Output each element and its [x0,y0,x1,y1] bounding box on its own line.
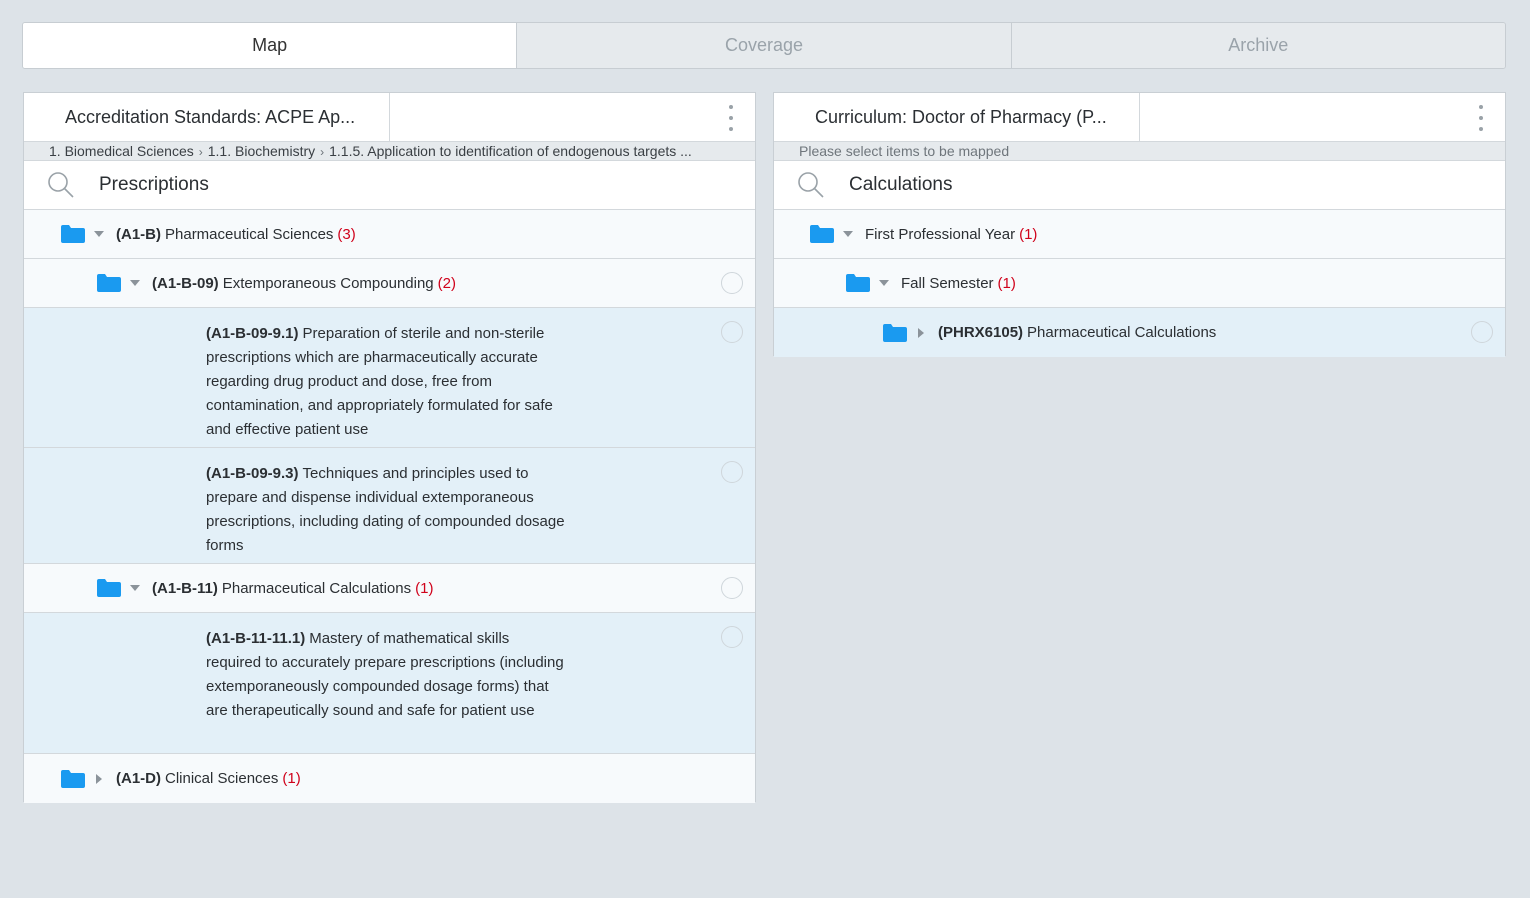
mapping-hint-bar: Please select items to be mapped [774,142,1505,161]
curriculum-panel-header: Curriculum: Doctor of Pharmacy (P... [774,93,1505,142]
row-text: (A1-B-09-9.3) Techniques and principles u… [206,462,566,563]
standards-search-bar [24,161,755,210]
search-icon [797,171,825,199]
folder-icon [883,324,907,342]
more-options-icon[interactable] [1477,105,1485,131]
row-code: (A1-B-09-9.3) [206,465,299,482]
tree-row[interactable]: (A1-B-09-9.3) Techniques and principles u… [24,448,755,564]
chevron-right-icon[interactable] [94,774,104,784]
chevron-right-icon: › [198,145,203,159]
folder-icon [810,225,834,243]
header-spacer [390,93,755,141]
row-text: (A1-B-11-11.1) Mastery of mathematical sk… [206,627,566,753]
chevron-down-icon[interactable] [879,278,889,288]
header-spacer [1140,93,1505,141]
row-count: (3) [337,225,356,243]
tree-row[interactable]: (A1-B-11-11.1) Mastery of mathematical sk… [24,613,755,754]
row-count: (1) [997,274,1016,292]
row-label: Fall Semester [901,274,994,292]
select-radio[interactable] [1471,321,1493,343]
chevron-right-icon[interactable] [916,328,926,338]
standards-panel: Accreditation Standards: ACPE Ap... 1. B… [23,92,756,803]
tree-row[interactable]: (A1-B-11) Pharmaceutical Calculations (1) [24,564,755,613]
tree-row[interactable]: Fall Semester (1) [774,259,1505,308]
top-tabs: Map Coverage Archive [22,22,1506,69]
breadcrumb: 1. Biomedical Sciences › 1.1. Biochemistry… [24,142,755,161]
search-icon [47,171,75,199]
breadcrumb-item[interactable]: 1.1.5. Application to identification of … [329,143,692,159]
row-label: Clinical Sciences [165,770,279,787]
select-radio[interactable] [721,577,743,599]
breadcrumb-item[interactable]: 1.1. Biochemistry [208,143,315,159]
more-options-icon[interactable] [727,105,735,131]
curriculum-search-bar [774,161,1505,210]
tree-row[interactable]: (PHRX6105) Pharmaceutical Calculations [774,308,1505,357]
row-code: (A1-B-09) [152,274,219,292]
standards-title-text: Accreditation Standards: ACPE Ap... [65,106,356,127]
chevron-down-icon[interactable] [130,278,140,288]
tab-map[interactable]: Map [23,23,517,68]
row-code: (A1-B-11) [152,579,218,597]
tree-row[interactable]: (A1-B-09) Extemporaneous Compounding (2) [24,259,755,308]
curriculum-title-text: Curriculum: Doctor of Pharmacy (P... [815,106,1107,127]
select-radio[interactable] [721,461,743,483]
curriculum-panel-title[interactable]: Curriculum: Doctor of Pharmacy (P... [774,93,1140,141]
standards-panel-header: Accreditation Standards: ACPE Ap... [24,93,755,142]
chevron-right-icon: › [320,145,325,159]
chevron-down-icon[interactable] [130,583,140,593]
row-label: Pharmaceutical Sciences [165,225,334,243]
breadcrumb-item[interactable]: 1. Biomedical Sciences [49,143,194,159]
row-label: Extemporaneous Compounding [222,274,434,292]
row-count: (2) [437,274,456,292]
tree-row[interactable]: (A1-B-09-9.1) Preparation of sterile and … [24,308,755,448]
standards-panel-title[interactable]: Accreditation Standards: ACPE Ap... [24,93,390,141]
standards-search-input[interactable] [97,173,601,197]
row-code: (A1-B) [116,225,161,243]
mapping-hint: Please select items to be mapped [799,143,1010,159]
tree-row[interactable]: (A1-D) Clinical Sciences (1) [24,754,755,803]
row-label: Pharmaceutical Calculations [1027,324,1217,341]
tab-coverage[interactable]: Coverage [516,23,1011,68]
tree-row[interactable]: First Professional Year (1) [774,210,1505,259]
tab-archive[interactable]: Archive [1010,23,1505,68]
folder-icon [97,579,121,597]
row-count: (1) [282,770,301,787]
folder-icon [61,225,85,243]
tree-row[interactable]: (A1-B) Pharmaceutical Sciences (3) [24,210,755,259]
select-radio[interactable] [721,626,743,648]
row-code: (A1-B-09-9.1) [206,325,299,342]
row-code: (A1-B-11-11.1) [206,630,306,647]
row-count: (1) [415,579,434,597]
curriculum-search-input[interactable] [847,173,1351,197]
chevron-down-icon[interactable] [843,229,853,239]
chevron-down-icon[interactable] [94,229,104,239]
folder-icon [846,274,870,292]
folder-icon [97,274,121,292]
curriculum-panel: Curriculum: Doctor of Pharmacy (P... Ple… [773,92,1506,357]
folder-icon [61,770,85,788]
row-code: (PHRX6105) [938,324,1024,341]
row-text: (A1-B-09-9.1) Preparation of sterile and … [206,322,566,447]
row-code: (A1-D) [116,770,161,787]
row-label: First Professional Year [865,225,1016,243]
row-label: Pharmaceutical Calculations [221,579,412,597]
select-radio[interactable] [721,272,743,294]
row-count: (1) [1019,225,1038,243]
select-radio[interactable] [721,321,743,343]
